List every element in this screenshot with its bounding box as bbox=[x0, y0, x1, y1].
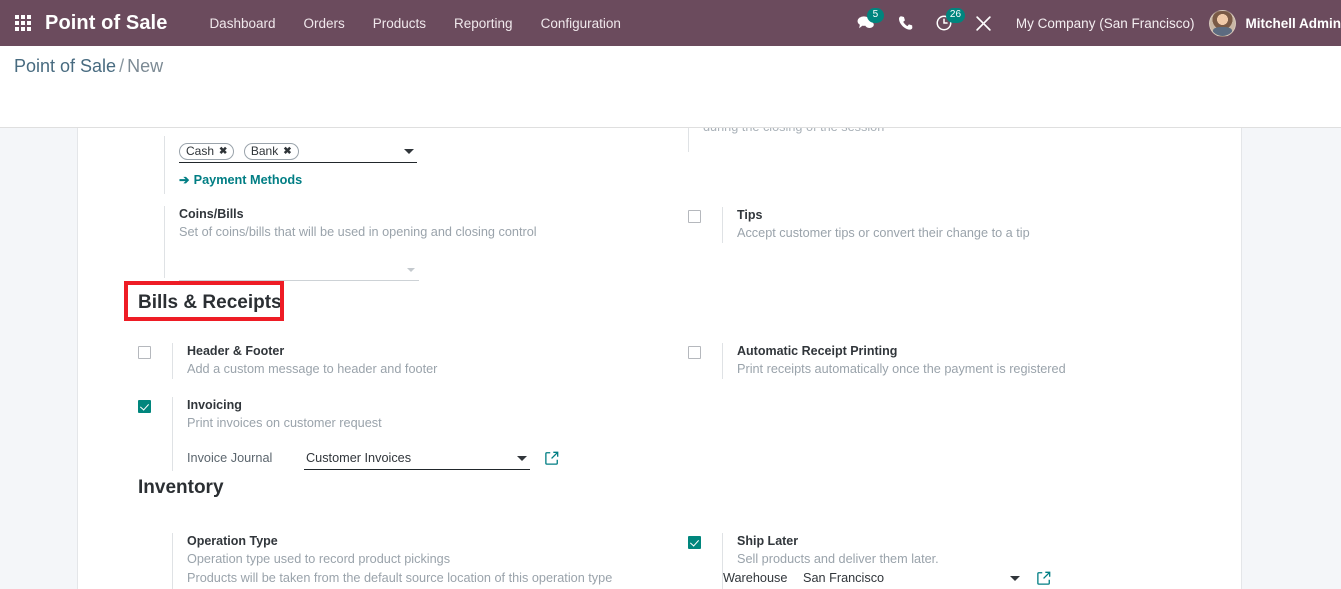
chevron-down-icon[interactable] bbox=[1010, 576, 1020, 581]
invoice-journal-value: Customer Invoices bbox=[306, 451, 411, 465]
tips-description: Accept customer tips or convert their ch… bbox=[737, 224, 1030, 243]
warehouse-value: San Francisco bbox=[803, 571, 884, 585]
payment-methods-link[interactable]: ➔ Payment Methods bbox=[179, 172, 302, 187]
operation-type-description-2: Products will be taken from the default … bbox=[187, 569, 612, 588]
tips-label: Tips bbox=[737, 207, 1030, 224]
phone-button[interactable] bbox=[886, 0, 924, 46]
payment-methods-tags-field[interactable]: Cash ✖ Bank ✖ bbox=[179, 142, 417, 163]
operation-type-field-body: Operation Type Operation type used to re… bbox=[172, 533, 612, 589]
tips-field-body: Tips Accept customer tips or convert the… bbox=[722, 207, 1030, 243]
header-footer-checkbox[interactable] bbox=[138, 346, 151, 359]
phone-icon bbox=[897, 15, 913, 31]
breadcrumb: Point of Sale/New bbox=[14, 56, 163, 77]
operation-type-description-1: Operation type used to record product pi… bbox=[187, 550, 612, 569]
payment-methods-link-label: Payment Methods bbox=[194, 173, 303, 187]
tag-bank-label: Bank bbox=[251, 144, 278, 158]
settings-sheet: Cash ✖ Bank ✖ ➔ Payment Methods Coins/Bil… bbox=[77, 128, 1242, 589]
section-heading-bills-receipts: Bills & Receipts bbox=[138, 292, 282, 314]
payment-methods-field-group: Cash ✖ Bank ✖ ➔ Payment Methods bbox=[164, 136, 504, 194]
coins-bills-description: Set of coins/bills that will be used in … bbox=[179, 223, 514, 242]
wrench-tools-icon bbox=[975, 15, 992, 32]
tag-cash-remove-icon[interactable]: ✖ bbox=[219, 146, 227, 157]
chevron-down-icon[interactable] bbox=[517, 456, 527, 461]
invoicing-field-body: Invoicing Print invoices on customer req… bbox=[172, 397, 382, 471]
nav-item-dashboard[interactable]: Dashboard bbox=[195, 16, 289, 31]
ship-later-field-body: Ship Later Sell products and deliver the… bbox=[722, 533, 939, 589]
session-closing-cut-text: during the closing of the session bbox=[703, 128, 1108, 137]
header-footer-description: Add a custom message to header and foote… bbox=[187, 360, 437, 379]
chevron-down-icon[interactable] bbox=[404, 149, 414, 154]
nav-item-reporting[interactable]: Reporting bbox=[440, 16, 527, 31]
operation-type-label: Operation Type bbox=[187, 533, 612, 550]
automatic-receipt-printing-checkbox[interactable] bbox=[688, 346, 701, 359]
warehouse-label: Warehouse bbox=[723, 571, 787, 585]
header-footer-label: Header & Footer bbox=[187, 343, 437, 360]
breadcrumb-root[interactable]: Point of Sale bbox=[14, 56, 116, 76]
invoice-journal-label: Invoice Journal bbox=[187, 451, 272, 465]
avatar bbox=[1209, 10, 1236, 37]
automatic-receipt-printing-field-body: Automatic Receipt Printing Print receipt… bbox=[722, 343, 1066, 379]
breadcrumb-separator: / bbox=[116, 56, 127, 76]
nav-item-products[interactable]: Products bbox=[359, 16, 440, 31]
warehouse-external-link-icon[interactable] bbox=[1037, 571, 1051, 585]
company-switcher[interactable]: My Company (San Francisco) bbox=[1003, 16, 1208, 31]
automatic-receipt-printing-label: Automatic Receipt Printing bbox=[737, 343, 1066, 360]
ship-later-checkbox[interactable] bbox=[688, 536, 701, 549]
tag-bank[interactable]: Bank ✖ bbox=[244, 143, 299, 160]
app-brand-title[interactable]: Point of Sale bbox=[45, 12, 167, 35]
header-footer-field-body: Header & Footer Add a custom message to … bbox=[172, 343, 437, 379]
automatic-receipt-printing-description: Print receipts automatically once the pa… bbox=[737, 360, 1066, 379]
ship-later-description: Sell products and deliver them later. bbox=[737, 550, 939, 569]
messages-button[interactable]: 5 bbox=[845, 0, 886, 46]
coins-bills-select[interactable] bbox=[179, 260, 419, 281]
tag-bank-remove-icon[interactable]: ✖ bbox=[283, 146, 291, 157]
tools-button[interactable] bbox=[964, 0, 1003, 46]
invoicing-label: Invoicing bbox=[187, 397, 382, 414]
coins-bills-field-group: Coins/Bills Set of coins/bills that will… bbox=[164, 206, 514, 278]
warehouse-dropdown[interactable]: San Francisco bbox=[801, 570, 1023, 589]
invoicing-description: Print invoices on customer request bbox=[187, 414, 382, 433]
ship-later-label: Ship Later bbox=[737, 533, 939, 550]
tips-checkbox[interactable] bbox=[688, 210, 701, 223]
messages-badge: 5 bbox=[867, 8, 884, 23]
activities-button[interactable]: 26 bbox=[924, 0, 964, 46]
breadcrumb-current: New bbox=[127, 56, 163, 76]
tag-cash[interactable]: Cash ✖ bbox=[179, 143, 234, 160]
invoice-journal-external-link-icon[interactable] bbox=[545, 451, 559, 465]
invoicing-checkbox[interactable] bbox=[138, 400, 151, 413]
coins-bills-label: Coins/Bills bbox=[179, 206, 514, 223]
systray: 5 26 My Company (San Francisco) Mitchell… bbox=[845, 0, 1341, 46]
chevron-down-icon[interactable] bbox=[407, 268, 415, 272]
user-name-label: Mitchell Admin bbox=[1245, 16, 1341, 31]
user-menu[interactable]: Mitchell Admin bbox=[1207, 10, 1341, 37]
apps-grid-icon[interactable] bbox=[13, 13, 33, 33]
arrow-right-icon: ➔ bbox=[179, 173, 190, 187]
invoice-journal-dropdown[interactable]: Customer Invoices bbox=[304, 450, 530, 470]
control-panel: Point of Sale/New SAVE DISCARD bbox=[0, 46, 1341, 128]
session-closing-cut-text-group: during the closing of the session bbox=[688, 128, 1108, 152]
tag-cash-label: Cash bbox=[186, 144, 214, 158]
activities-badge: 26 bbox=[946, 8, 965, 23]
top-navbar: Point of Sale Dashboard Orders Products … bbox=[0, 0, 1341, 46]
section-heading-inventory: Inventory bbox=[138, 477, 224, 499]
nav-item-configuration[interactable]: Configuration bbox=[527, 16, 635, 31]
nav-item-orders[interactable]: Orders bbox=[289, 16, 358, 31]
